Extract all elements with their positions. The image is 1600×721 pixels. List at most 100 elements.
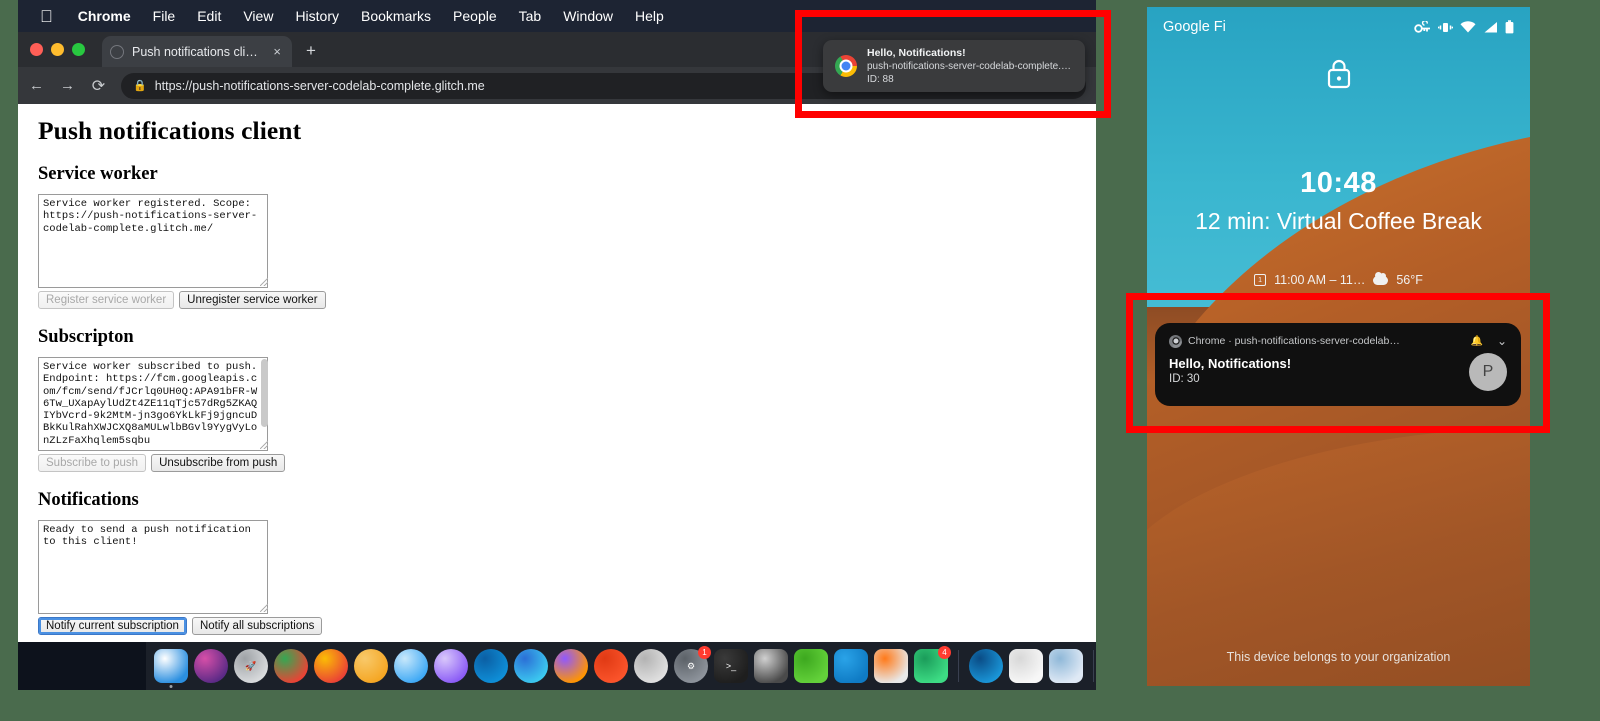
textarea-resize-grip[interactable]	[260, 441, 268, 449]
web-page-content: Push notifications client Service worker…	[18, 104, 1096, 642]
dock-app-imovie[interactable]	[754, 649, 788, 683]
silent-bell-icon: 🔔	[1470, 335, 1483, 347]
subscription-textarea-scrollbar[interactable]	[261, 359, 268, 445]
back-icon[interactable]: ←	[28, 77, 45, 94]
dock-app-list: 🚀 ⚙ 1 >_ 4	[146, 642, 1096, 690]
dock-app-siri[interactable]	[194, 649, 228, 683]
section-heading-subscription: Subscripton	[38, 327, 134, 347]
unsubscribe-from-push-button[interactable]: Unsubscribe from push	[151, 454, 286, 472]
menu-item-file[interactable]: File	[142, 8, 187, 24]
close-tab-icon[interactable]: ×	[270, 44, 284, 59]
menu-item-tab[interactable]: Tab	[508, 8, 553, 24]
service-worker-button-row: Register service worker Unregister servi…	[38, 291, 1096, 309]
menu-item-history[interactable]: History	[284, 8, 350, 24]
notify-current-subscription-button[interactable]: Notify current subscription	[38, 617, 187, 635]
dock-separator	[1093, 650, 1094, 682]
notification-title: Hello, Notifications!	[1169, 356, 1292, 371]
notifications-log-wrap: Ready to send a push notification to thi…	[38, 520, 270, 614]
dock-app-terminal[interactable]: >_	[714, 649, 748, 683]
dock-app-opera[interactable]	[634, 649, 668, 683]
chevron-down-icon[interactable]: ⌄	[1497, 334, 1507, 348]
menu-item-bookmarks[interactable]: Bookmarks	[350, 8, 442, 24]
chrome-icon	[1169, 334, 1182, 348]
close-window-button[interactable]	[30, 43, 43, 56]
subscription-log-wrap: Service worker subscribed to push. Endpo…	[38, 357, 270, 451]
chrome-logo-icon	[835, 55, 857, 77]
dock-app-microsoft-edge[interactable]	[474, 649, 508, 683]
dock-app-android-studio[interactable]: 4	[914, 646, 951, 683]
dock-app-system-preferences[interactable]: ⚙ 1	[674, 646, 711, 683]
android-status-bar: Google Fi	[1147, 7, 1530, 47]
dock-app-numbers[interactable]	[874, 649, 908, 683]
menu-item-edit[interactable]: Edit	[186, 8, 232, 24]
dock-app-finder[interactable]	[154, 649, 188, 688]
notification-body: ID: 30	[1169, 373, 1200, 385]
maximize-window-button[interactable]	[72, 43, 85, 56]
dock-app-preview[interactable]	[1049, 649, 1083, 683]
device-ownership-footer: This device belongs to your organization	[1226, 650, 1451, 664]
status-bar-icons	[1414, 20, 1514, 34]
android-notification-card[interactable]: Chrome · push-notifications-server-codel…	[1155, 323, 1521, 406]
cell-signal-icon	[1484, 21, 1497, 32]
dock-app-firefox-developer[interactable]	[514, 649, 548, 683]
subscription-button-row: Subscribe to push Unsubscribe from push	[38, 454, 1096, 472]
dock-app-safari-purple[interactable]	[434, 649, 468, 683]
menu-item-help[interactable]: Help	[624, 8, 675, 24]
reload-icon[interactable]: ⟳	[90, 76, 107, 96]
calendar-icon: 1	[1254, 274, 1267, 286]
cloud-weather-icon	[1373, 271, 1389, 285]
dock-app-safari[interactable]	[394, 649, 428, 683]
textarea-resize-grip[interactable]	[260, 604, 268, 612]
menu-item-view[interactable]: View	[232, 8, 284, 24]
dock-app-chrome[interactable]	[274, 649, 308, 683]
lockscreen-event-meta: 1 11:00 AM – 11… 56°F	[1147, 271, 1530, 287]
browser-tab-push-notifications-client[interactable]: Push notifications client ×	[102, 36, 292, 67]
unregister-service-worker-button[interactable]: Unregister service worker	[179, 291, 326, 309]
lock-icon-area	[1147, 57, 1530, 95]
dock-separator	[958, 650, 959, 682]
dock-app-safari-technology-preview[interactable]	[354, 649, 388, 683]
subscribe-to-push-button[interactable]: Subscribe to push	[38, 454, 147, 472]
notification-source: Chrome · push-notifications-server-codel…	[1188, 335, 1403, 347]
dock-app-launchpad[interactable]: 🚀	[234, 649, 268, 683]
window-traffic-lights	[30, 43, 85, 56]
service-worker-log-wrap: Service worker registered. Scope: https:…	[38, 194, 270, 288]
notifications-log-textarea[interactable]: Ready to send a push notification to thi…	[38, 520, 268, 614]
dock-app-notes[interactable]	[1009, 649, 1043, 683]
tab-favicon-icon	[110, 44, 124, 59]
lockscreen-clock: 10:48	[1300, 167, 1377, 199]
vibrate-icon	[1438, 22, 1453, 32]
minimize-window-button[interactable]	[51, 43, 64, 56]
notification-header: Chrome · push-notifications-server-codel…	[1169, 334, 1507, 348]
notifications-button-row: Notify current subscription Notify all s…	[38, 617, 1096, 635]
dock-badge: 1	[698, 646, 711, 659]
new-tab-button[interactable]: +	[306, 41, 316, 61]
dock-app-sublime-text[interactable]	[794, 649, 828, 683]
weather-temperature: 56°F	[1396, 273, 1423, 287]
lock-icon	[1327, 59, 1350, 89]
vpn-key-icon	[1414, 20, 1430, 33]
page-title: Push notifications client	[38, 116, 302, 145]
forward-icon[interactable]: →	[59, 77, 76, 94]
dock-app-visual-studio-code[interactable]	[834, 649, 868, 683]
service-worker-log-textarea[interactable]: Service worker registered. Scope: https:…	[38, 194, 268, 288]
carrier-label: Google Fi	[1163, 19, 1226, 35]
dock-app-chrome-canary[interactable]	[314, 649, 348, 683]
dock-app-firefox[interactable]	[554, 649, 588, 683]
dock-app-brave[interactable]	[594, 649, 628, 683]
apple-logo-icon[interactable]: 	[40, 8, 53, 25]
desktop-screenshot:  Chrome File Edit View History Bookmark…	[0, 0, 1600, 721]
dock-app-edge-beta[interactable]	[969, 649, 1003, 683]
toast-detail: ID: 88	[867, 74, 894, 85]
menu-item-window[interactable]: Window	[552, 8, 624, 24]
section-heading-service-worker: Service worker	[38, 164, 158, 184]
register-service-worker-button[interactable]: Register service worker	[38, 291, 175, 309]
textarea-resize-grip[interactable]	[260, 278, 268, 286]
menu-item-people[interactable]: People	[442, 8, 508, 24]
subscription-log-textarea[interactable]: Service worker subscribed to push. Endpo…	[38, 357, 268, 451]
tab-title: Push notifications client	[132, 44, 263, 59]
chrome-desktop-notification-toast[interactable]: Hello, Notifications! push-notifications…	[823, 40, 1085, 92]
notify-all-subscriptions-button[interactable]: Notify all subscriptions	[191, 617, 323, 635]
lockscreen-event-text: 12 min: Virtual Coffee Break	[1195, 208, 1482, 234]
menu-item-chrome[interactable]: Chrome	[67, 8, 142, 24]
